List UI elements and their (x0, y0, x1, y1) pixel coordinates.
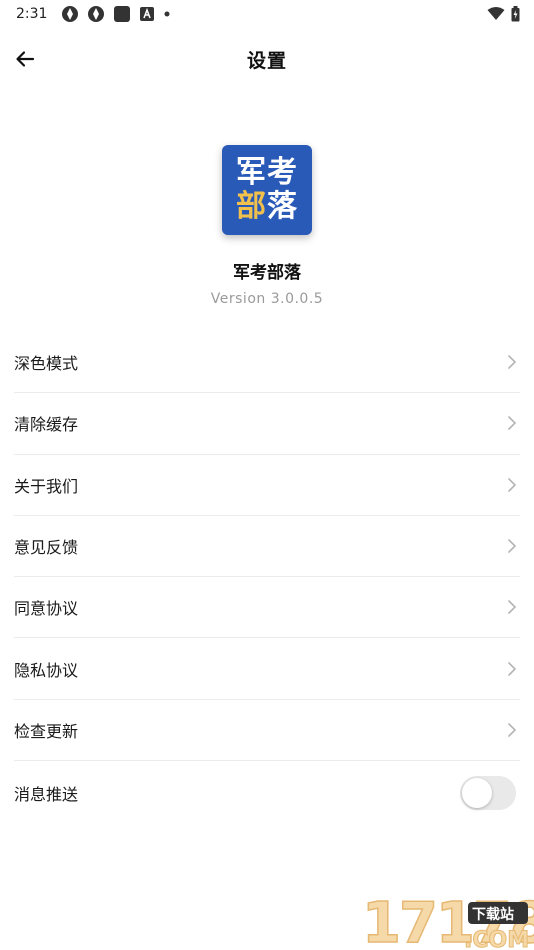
chevron-right-icon (508, 539, 517, 553)
app-logo: 军考 部落 (222, 145, 312, 235)
watermark-logo: 17178 下载站 .COM (361, 890, 534, 950)
dot-icon (164, 11, 170, 17)
setting-user-agreement[interactable]: 同意协议 (14, 577, 520, 639)
battery-icon (511, 6, 520, 22)
app-version: Version 3.0.0.5 (210, 291, 324, 307)
watermark-suffix: .COM (464, 928, 529, 950)
setting-push-notification: 消息推送 (14, 761, 520, 825)
app-bar: 设置 (0, 36, 534, 82)
setting-label: 意见反馈 (14, 538, 79, 558)
square-notification-icon (114, 6, 131, 22)
setting-label: 关于我们 (14, 476, 79, 496)
app-name: 军考部落 (233, 263, 301, 283)
setting-label: 清除缓存 (14, 415, 79, 435)
setting-privacy-policy[interactable]: 隐私协议 (14, 638, 520, 700)
setting-label: 深色模式 (14, 354, 79, 374)
logo-text-bottom: 部落 (236, 190, 298, 224)
app-notification-icon (62, 6, 79, 22)
setting-feedback[interactable]: 意见反馈 (14, 516, 520, 578)
logo-text-gold: 部 (236, 189, 267, 224)
setting-dark-mode[interactable]: 深色模式 (14, 332, 520, 394)
system-icons (487, 6, 520, 22)
back-button[interactable] (10, 44, 40, 74)
setting-label: 消息推送 (14, 785, 79, 805)
notification-icons (61, 5, 171, 23)
toggle-knob (462, 778, 492, 809)
status-time: 2:31 (16, 6, 48, 22)
watermark-badge: 下载站 (472, 906, 514, 923)
chevron-right-icon (508, 416, 517, 431)
setting-label: 检查更新 (14, 721, 79, 741)
status-bar: 2:31 (0, 0, 534, 28)
logo-text-top: 军考 (236, 155, 298, 190)
wifi-icon (487, 7, 505, 20)
setting-check-update[interactable]: 检查更新 (14, 700, 520, 762)
setting-label: 隐私协议 (14, 660, 79, 680)
app-notification-icon (88, 6, 105, 22)
logo-text-white: 落 (267, 189, 298, 224)
push-toggle[interactable] (460, 776, 516, 811)
settings-list: 深色模式 清除缓存 关于我们 意见反馈 同意协议 隐私协议 检查更新 消息推送 (0, 332, 534, 825)
chevron-right-icon (508, 723, 517, 737)
setting-clear-cache[interactable]: 清除缓存 (14, 393, 520, 455)
chevron-right-icon (508, 661, 517, 676)
arrow-left-icon (16, 51, 35, 67)
chevron-right-icon (508, 477, 517, 492)
page-title: 设置 (246, 49, 287, 72)
a-notification-icon (140, 7, 155, 21)
setting-about-us[interactable]: 关于我们 (14, 455, 520, 516)
chevron-right-icon (508, 600, 517, 615)
setting-label: 同意协议 (14, 599, 79, 619)
chevron-right-icon (508, 355, 517, 369)
